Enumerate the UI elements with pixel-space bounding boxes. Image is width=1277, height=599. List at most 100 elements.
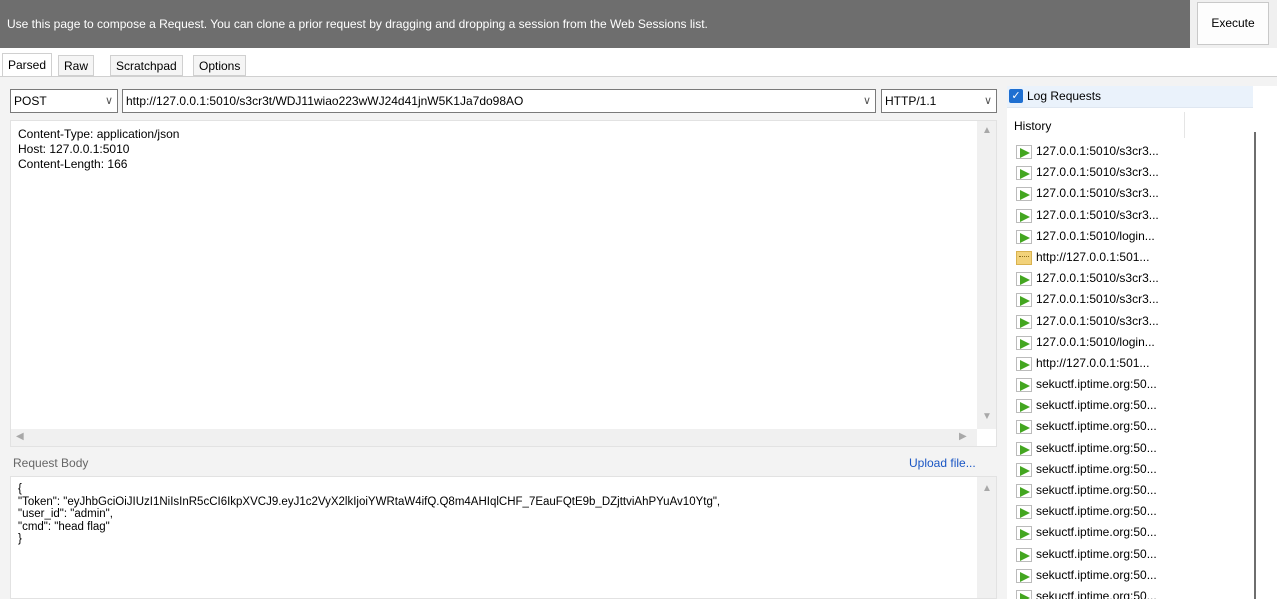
history-list: 127.0.0.1:5010/s3cr3... 127.0.0.1:5010/s3… bbox=[1014, 141, 1234, 599]
history-item-label: 127.0.0.1:5010/s3cr3... bbox=[1036, 271, 1159, 286]
history-item-label: sekuctf.iptime.org:50... bbox=[1036, 440, 1157, 455]
tab-scratchpad[interactable]: Scratchpad bbox=[110, 55, 183, 76]
protocol-value: HTTP/1.1 bbox=[885, 94, 937, 108]
tab-raw[interactable]: Raw bbox=[58, 55, 95, 76]
scroll-up-icon[interactable]: ▲ bbox=[982, 483, 992, 494]
green-arrow-icon bbox=[1016, 208, 1032, 223]
request-headers-editor[interactable]: Content-Type: application/json Host: 127… bbox=[10, 120, 997, 447]
history-item-label: 127.0.0.1:5010/login... bbox=[1036, 334, 1155, 349]
history-item[interactable]: 127.0.0.1:5010/s3cr3... bbox=[1014, 268, 1234, 289]
headers-horizontal-scrollbar[interactable]: ◀ ▶ bbox=[11, 429, 977, 446]
history-item[interactable]: sekuctf.iptime.org:50... bbox=[1014, 416, 1234, 437]
history-item[interactable]: 127.0.0.1:5010/s3cr3... bbox=[1014, 183, 1234, 204]
green-arrow-icon bbox=[1016, 378, 1032, 393]
history-item-label: http://127.0.0.1:501... bbox=[1036, 355, 1150, 370]
history-item-label: 127.0.0.1:5010/s3cr3... bbox=[1036, 207, 1159, 222]
history-item-label: 127.0.0.1:5010/s3cr3... bbox=[1036, 186, 1159, 201]
history-item[interactable]: 127.0.0.1:5010/s3cr3... bbox=[1014, 141, 1234, 162]
request-body-text[interactable]: { "Token": "eyJhbGciOiJIUzI1NiIsInR5cCI6… bbox=[18, 483, 720, 546]
green-arrow-icon bbox=[1016, 335, 1032, 350]
protocol-select[interactable]: HTTP/1.1 ∨ bbox=[881, 89, 997, 113]
url-input[interactable]: http://127.0.0.1:5010/s3cr3t/WDJ11wiao22… bbox=[122, 89, 876, 113]
green-arrow-icon bbox=[1016, 399, 1032, 414]
chevron-down-icon: ∨ bbox=[862, 95, 871, 107]
history-item-label: sekuctf.iptime.org:50... bbox=[1036, 525, 1157, 540]
history-item[interactable]: 127.0.0.1:5010/s3cr3... bbox=[1014, 162, 1234, 183]
history-scrollbar-thumb[interactable] bbox=[1254, 132, 1256, 599]
execute-button[interactable]: Execute bbox=[1197, 2, 1269, 45]
history-item-label: 127.0.0.1:5010/login... bbox=[1036, 228, 1155, 243]
method-select[interactable]: POST ∨ bbox=[10, 89, 118, 113]
green-arrow-icon bbox=[1016, 589, 1032, 599]
history-item[interactable]: http://127.0.0.1:501... bbox=[1014, 247, 1234, 268]
request-body-editor[interactable]: { "Token": "eyJhbGciOiJIUzI1NiIsInR5cCI6… bbox=[10, 476, 997, 599]
history-item-label: sekuctf.iptime.org:50... bbox=[1036, 546, 1157, 561]
history-item[interactable]: sekuctf.iptime.org:50... bbox=[1014, 586, 1234, 599]
method-value: POST bbox=[14, 94, 47, 108]
history-item[interactable]: sekuctf.iptime.org:50... bbox=[1014, 459, 1234, 480]
history-item[interactable]: 127.0.0.1:5010/login... bbox=[1014, 332, 1234, 353]
green-arrow-icon bbox=[1016, 187, 1032, 202]
history-item[interactable]: 127.0.0.1:5010/login... bbox=[1014, 226, 1234, 247]
green-arrow-icon bbox=[1016, 568, 1032, 583]
history-item[interactable]: 127.0.0.1:5010/s3cr3... bbox=[1014, 289, 1234, 310]
upload-file-link[interactable]: Upload file... bbox=[909, 456, 976, 470]
scroll-up-icon[interactable]: ▲ bbox=[982, 125, 992, 136]
history-item[interactable]: sekuctf.iptime.org:50... bbox=[1014, 480, 1234, 501]
history-item-label: http://127.0.0.1:501... bbox=[1036, 249, 1150, 264]
history-item-label: sekuctf.iptime.org:50... bbox=[1036, 483, 1157, 497]
headers-vertical-scrollbar[interactable]: ▲ ▼ bbox=[977, 121, 996, 429]
green-arrow-icon bbox=[1016, 145, 1032, 159]
history-item-label: sekuctf.iptime.org:50... bbox=[1036, 377, 1157, 392]
green-arrow-icon bbox=[1016, 420, 1032, 435]
log-requests-label: Log Requests bbox=[1027, 89, 1102, 103]
green-arrow-icon bbox=[1016, 229, 1032, 244]
history-item-label: 127.0.0.1:5010/s3cr3... bbox=[1036, 292, 1159, 307]
history-item[interactable]: sekuctf.iptime.org:50... bbox=[1014, 395, 1234, 416]
scroll-right-icon[interactable]: ▶ bbox=[959, 431, 967, 442]
green-arrow-icon bbox=[1016, 547, 1032, 562]
history-item[interactable]: http://127.0.0.1:501... bbox=[1014, 353, 1234, 374]
history-item-label: sekuctf.iptime.org:50... bbox=[1036, 419, 1157, 434]
log-requests-checkbox[interactable]: ✓ bbox=[1009, 89, 1023, 103]
log-requests-toggle[interactable]: ✓ Log Requests bbox=[1007, 86, 1262, 108]
history-item[interactable]: sekuctf.iptime.org:50... bbox=[1014, 565, 1234, 586]
tab-parsed[interactable]: Parsed bbox=[2, 53, 53, 77]
history-item-label: sekuctf.iptime.org:50... bbox=[1036, 567, 1157, 582]
green-arrow-icon bbox=[1016, 505, 1032, 520]
green-arrow-icon bbox=[1016, 293, 1032, 308]
green-arrow-icon bbox=[1016, 484, 1032, 498]
scroll-down-icon[interactable]: ▼ bbox=[982, 411, 992, 422]
request-headers-text[interactable]: Content-Type: application/json Host: 127… bbox=[18, 127, 179, 172]
scroll-left-icon[interactable]: ◀ bbox=[16, 431, 24, 442]
history-panel: ✓ Log Requests History 127.0.0.1:5010/s3… bbox=[1007, 86, 1277, 599]
composer-tabs: Parsed Raw Scratchpad Options bbox=[0, 53, 1277, 77]
history-item[interactable]: sekuctf.iptime.org:50... bbox=[1014, 501, 1234, 522]
green-arrow-icon bbox=[1016, 272, 1032, 287]
history-item-label: 127.0.0.1:5010/s3cr3... bbox=[1036, 165, 1159, 180]
history-item[interactable]: sekuctf.iptime.org:50... bbox=[1014, 544, 1234, 565]
green-arrow-icon bbox=[1016, 462, 1032, 477]
chevron-down-icon: ∨ bbox=[983, 95, 992, 107]
green-arrow-icon bbox=[1016, 314, 1032, 329]
tab-options[interactable]: Options bbox=[193, 55, 247, 76]
history-item-label: sekuctf.iptime.org:50... bbox=[1036, 504, 1157, 519]
composer-info-banner: Use this page to compose a Request. You … bbox=[0, 0, 1190, 48]
history-column-divider[interactable] bbox=[1184, 112, 1185, 138]
history-item-label: sekuctf.iptime.org:50... bbox=[1036, 461, 1157, 476]
history-item-label: sekuctf.iptime.org:50... bbox=[1036, 398, 1157, 413]
history-item[interactable]: sekuctf.iptime.org:50... bbox=[1014, 374, 1234, 395]
history-scrollbar[interactable] bbox=[1253, 86, 1277, 599]
history-item[interactable]: 127.0.0.1:5010/s3cr3... bbox=[1014, 311, 1234, 332]
green-arrow-icon bbox=[1016, 166, 1032, 181]
history-item[interactable]: sekuctf.iptime.org:50... bbox=[1014, 438, 1234, 459]
history-item[interactable]: 127.0.0.1:5010/s3cr3... bbox=[1014, 205, 1234, 226]
history-item-label: 127.0.0.1:5010/s3cr3... bbox=[1036, 313, 1159, 328]
history-header: History bbox=[1014, 119, 1052, 133]
history-item[interactable]: sekuctf.iptime.org:50... bbox=[1014, 522, 1234, 543]
body-vertical-scrollbar[interactable]: ▲ bbox=[977, 477, 996, 598]
green-arrow-icon bbox=[1016, 356, 1032, 371]
url-value: http://127.0.0.1:5010/s3cr3t/WDJ11wiao22… bbox=[126, 94, 524, 108]
history-item-label: sekuctf.iptime.org:50... bbox=[1036, 588, 1157, 599]
text-file-icon bbox=[1016, 250, 1032, 265]
